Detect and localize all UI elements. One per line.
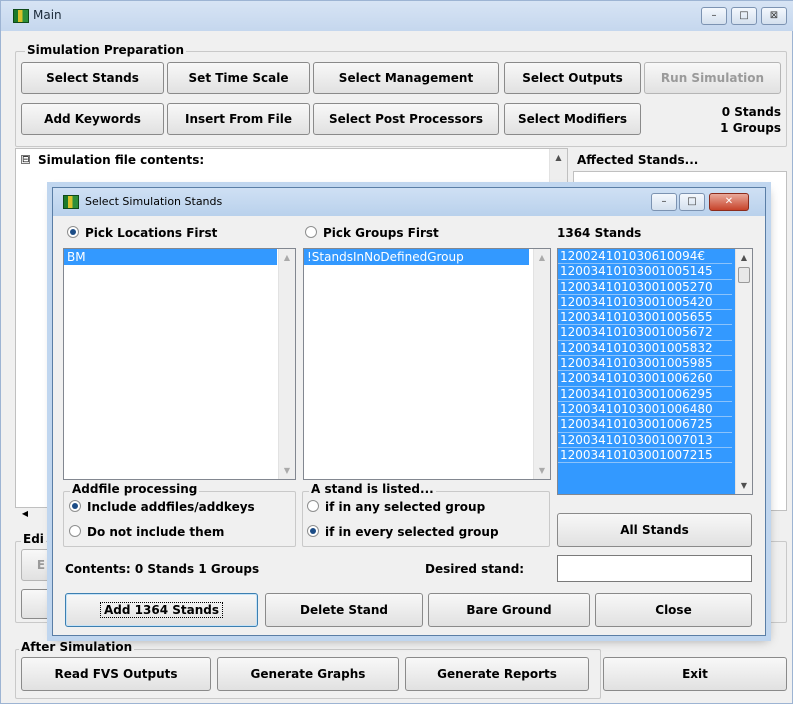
affected-stands-label: Affected Stands... bbox=[577, 153, 699, 167]
forest-app-icon bbox=[13, 9, 29, 23]
locations-list[interactable]: BM ▲ ▼ bbox=[63, 248, 296, 480]
radio-selected-icon[interactable] bbox=[67, 226, 79, 238]
groups-scrollbar[interactable]: ▲ ▼ bbox=[533, 249, 550, 479]
select-stands-button[interactable]: Select Stands bbox=[21, 62, 164, 94]
dialog-close-icon[interactable]: ✕ bbox=[709, 193, 749, 211]
set-time-scale-button[interactable]: Set Time Scale bbox=[167, 62, 310, 94]
stand-item[interactable]: 12003410103001006480 bbox=[558, 402, 732, 418]
radio-selected-icon[interactable] bbox=[69, 500, 81, 512]
minimize-icon[interactable]: – bbox=[701, 7, 727, 25]
exit-button[interactable]: Exit bbox=[603, 657, 787, 691]
generate-graphs-button[interactable]: Generate Graphs bbox=[217, 657, 399, 691]
stand-listed-legend: A stand is listed... bbox=[309, 482, 436, 496]
desired-stand-label: Desired stand: bbox=[425, 562, 525, 576]
desired-stand-input[interactable] bbox=[557, 555, 752, 582]
forest-app-icon bbox=[63, 195, 79, 209]
add-stands-button[interactable]: Add 1364 Stands bbox=[65, 593, 258, 627]
scroll-left-icon[interactable]: ◀ bbox=[15, 507, 35, 521]
scroll-up-icon[interactable]: ▲ bbox=[550, 149, 567, 162]
edit-legend: Edi bbox=[21, 532, 46, 546]
after-simulation-legend: After Simulation bbox=[19, 640, 135, 654]
stand-item[interactable]: 12003410103001005420 bbox=[558, 295, 732, 311]
stand-item[interactable]: 12003410103001005832 bbox=[558, 341, 732, 357]
radio-unselected-icon[interactable] bbox=[305, 226, 317, 238]
scroll-up-icon[interactable]: ▲ bbox=[534, 249, 550, 262]
radio-unselected-icon[interactable] bbox=[307, 500, 319, 512]
locations-scrollbar[interactable]: ▲ ▼ bbox=[278, 249, 295, 479]
stands-rows: 120024101030610094€ 12003410103001005145 1… bbox=[558, 249, 732, 464]
scroll-down-icon[interactable]: ▼ bbox=[279, 466, 295, 475]
select-stands-dialog: Select Simulation Stands – □ ✕ Pick Loca… bbox=[52, 187, 766, 636]
main-title-bar[interactable]: Main – □ ⊠ bbox=[1, 1, 793, 31]
dialog-title: Select Simulation Stands bbox=[85, 195, 223, 208]
contents-summary: Contents: 0 Stands 1 Groups bbox=[65, 562, 260, 576]
stand-item[interactable]: 12003410103001006295 bbox=[558, 387, 732, 402]
dialog-minimize-icon[interactable]: – bbox=[651, 193, 677, 211]
scroll-thumb[interactable] bbox=[738, 267, 750, 283]
groups-list[interactable]: !StandsInNoDefinedGroup ▲ ▼ bbox=[303, 248, 551, 480]
dialog-maximize-icon[interactable]: □ bbox=[679, 193, 705, 211]
insert-from-file-button[interactable]: Insert From File bbox=[167, 103, 310, 135]
close-icon[interactable]: ⊠ bbox=[761, 7, 787, 25]
pick-groups-radio[interactable]: Pick Groups First bbox=[305, 226, 439, 240]
stand-item[interactable]: 12003410103001005672 bbox=[558, 325, 732, 341]
select-post-processors-button[interactable]: Select Post Processors bbox=[313, 103, 499, 135]
stand-item[interactable]: 12003410103001005655 bbox=[558, 310, 732, 326]
do-not-include-label: Do not include them bbox=[87, 525, 225, 539]
stand-item[interactable]: 12003410103001007215 bbox=[558, 448, 732, 464]
stand-item[interactable]: 12003410103001006260 bbox=[558, 371, 732, 387]
close-button[interactable]: Close bbox=[595, 593, 752, 627]
pick-locations-label: Pick Locations First bbox=[85, 226, 218, 240]
addfile-processing-legend: Addfile processing bbox=[70, 482, 200, 496]
generate-reports-button[interactable]: Generate Reports bbox=[405, 657, 589, 691]
scroll-up-icon[interactable]: ▲ bbox=[736, 249, 752, 262]
stands-count: 0 Stands bbox=[721, 105, 781, 119]
stand-item[interactable]: 12003410103001007013 bbox=[558, 433, 732, 448]
stands-scrollbar[interactable]: ▲ ▼ bbox=[735, 249, 752, 494]
stand-item[interactable]: 12003410103001006725 bbox=[558, 417, 732, 433]
group-item[interactable]: !StandsInNoDefinedGroup bbox=[304, 249, 529, 265]
add-keywords-button[interactable]: Add Keywords bbox=[21, 103, 164, 135]
add-stands-label: Add 1364 Stands bbox=[100, 602, 223, 618]
simulation-file-contents-label: Simulation file contents: bbox=[38, 153, 205, 167]
any-group-radio[interactable]: if in any selected group bbox=[307, 500, 485, 514]
tree-scrollbar[interactable]: ▲ bbox=[549, 149, 567, 189]
dialog-title-bar[interactable]: Select Simulation Stands – □ ✕ bbox=[53, 188, 765, 216]
scroll-up-icon[interactable]: ▲ bbox=[279, 249, 295, 262]
select-outputs-button[interactable]: Select Outputs bbox=[504, 62, 641, 94]
do-not-include-radio[interactable]: Do not include them bbox=[69, 525, 224, 539]
all-stands-button[interactable]: All Stands bbox=[557, 513, 752, 547]
include-addfiles-label: Include addfiles/addkeys bbox=[87, 500, 255, 514]
location-item[interactable]: BM bbox=[64, 249, 277, 265]
maximize-icon[interactable]: □ bbox=[731, 7, 757, 25]
read-fvs-outputs-button[interactable]: Read FVS Outputs bbox=[21, 657, 211, 691]
stand-item[interactable]: 12003410103001005270 bbox=[558, 280, 732, 295]
any-group-label: if in any selected group bbox=[325, 500, 486, 514]
radio-unselected-icon[interactable] bbox=[69, 525, 81, 537]
stand-item[interactable]: 120024101030610094€ bbox=[558, 249, 732, 265]
window-title: Main bbox=[33, 8, 62, 22]
every-group-radio[interactable]: if in every selected group bbox=[307, 525, 499, 539]
scroll-down-icon[interactable]: ▼ bbox=[736, 481, 752, 490]
radio-selected-icon[interactable] bbox=[307, 525, 319, 537]
bare-ground-button[interactable]: Bare Ground bbox=[428, 593, 590, 627]
stand-item[interactable]: 12003410103001005145 bbox=[558, 264, 732, 280]
every-group-label: if in every selected group bbox=[325, 525, 499, 539]
select-modifiers-button[interactable]: Select Modifiers bbox=[504, 103, 641, 135]
stands-list[interactable]: 120024101030610094€ 12003410103001005145 1… bbox=[557, 248, 753, 495]
scroll-down-icon[interactable]: ▼ bbox=[534, 466, 550, 475]
stand-item[interactable]: 12003410103001005985 bbox=[558, 356, 732, 372]
include-addfiles-radio[interactable]: Include addfiles/addkeys bbox=[69, 500, 255, 514]
pick-locations-radio[interactable]: Pick Locations First bbox=[67, 226, 217, 240]
collapse-icon[interactable]: ⊟ bbox=[21, 155, 30, 165]
select-management-button[interactable]: Select Management bbox=[313, 62, 499, 94]
delete-stand-button[interactable]: Delete Stand bbox=[265, 593, 423, 627]
simulation-preparation-legend: Simulation Preparation bbox=[25, 43, 187, 57]
run-simulation-button[interactable]: Run Simulation bbox=[644, 62, 781, 94]
stand-count-label: 1364 Stands bbox=[557, 226, 642, 240]
groups-count: 1 Groups bbox=[720, 121, 781, 135]
pick-groups-label: Pick Groups First bbox=[323, 226, 439, 240]
